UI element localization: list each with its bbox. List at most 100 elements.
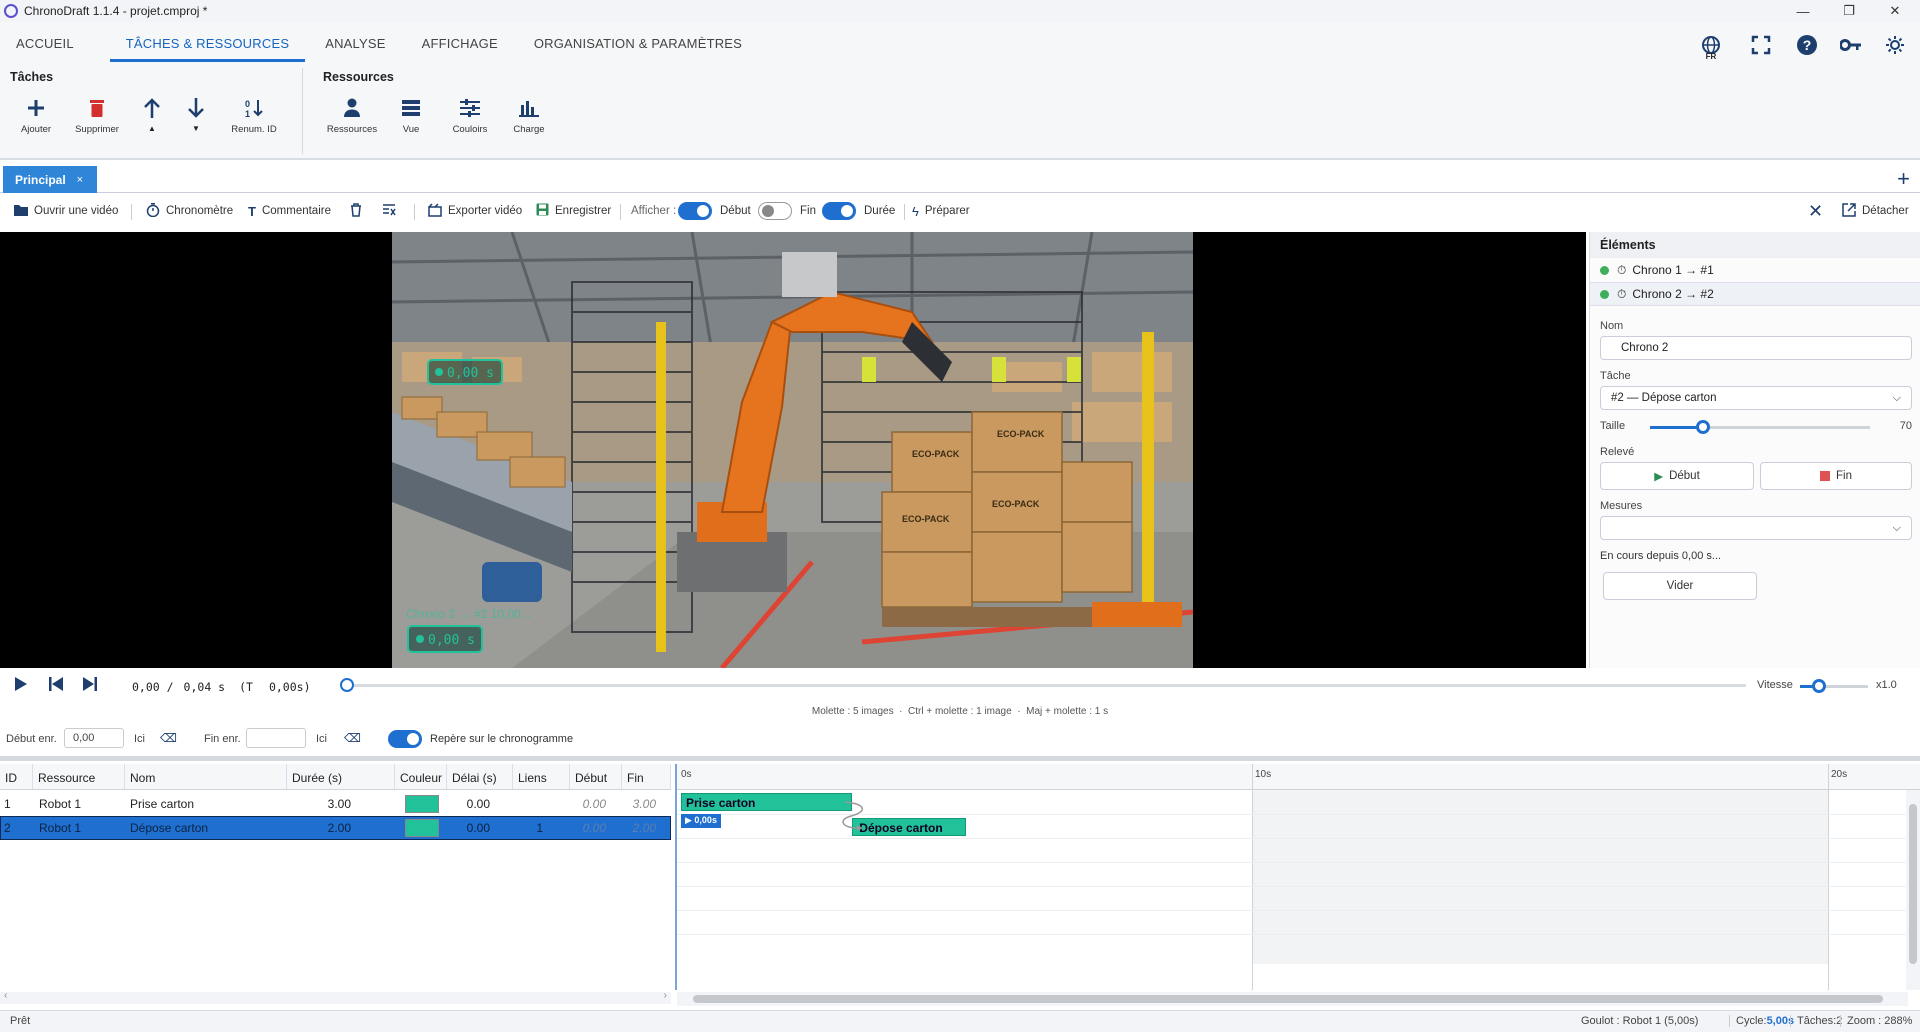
column-header-fin[interactable]: Fin bbox=[622, 764, 671, 790]
clear-all-button[interactable] bbox=[382, 196, 402, 226]
close-tab-icon[interactable]: × bbox=[77, 174, 83, 186]
show-end-toggle[interactable] bbox=[758, 202, 792, 220]
size-slider-thumb[interactable] bbox=[1695, 420, 1710, 434]
tab-accueil[interactable]: ACCUEIL bbox=[0, 22, 90, 62]
start-reading-label: Début bbox=[1669, 470, 1700, 482]
show-duration-toggle-group[interactable]: Durée bbox=[822, 196, 895, 226]
text-icon: T bbox=[248, 203, 256, 219]
panel-splitter[interactable] bbox=[0, 756, 1920, 761]
play-button[interactable] bbox=[14, 676, 28, 695]
scroll-right-icon[interactable]: › bbox=[664, 990, 667, 1001]
svg-text:?: ? bbox=[1803, 37, 1812, 53]
renumber-id-button[interactable]: 01 Renum. ID bbox=[224, 94, 284, 150]
set-end-here-link[interactable]: Ici bbox=[316, 733, 327, 745]
stopwatch-button[interactable]: Chronomètre bbox=[146, 196, 233, 226]
task-select[interactable]: #2 — Dépose carton ⌵ bbox=[1600, 386, 1912, 410]
gantt-row-line bbox=[677, 910, 1907, 911]
element-item-chrono1[interactable]: ⏱ Chrono 1 → #1 bbox=[1590, 258, 1920, 282]
tab-principal[interactable]: Principal × bbox=[3, 166, 97, 193]
column-header-delai[interactable]: Délai (s) bbox=[447, 764, 513, 790]
size-slider-track[interactable] bbox=[1650, 420, 1870, 434]
prepare-button[interactable]: ϟ Préparer bbox=[912, 196, 970, 226]
add-task-button[interactable]: Ajouter bbox=[6, 94, 66, 150]
gantt-vertical-scrollbar[interactable] bbox=[1906, 790, 1920, 990]
resources-button[interactable]: Ressources bbox=[322, 94, 382, 150]
speed-slider-thumb[interactable] bbox=[1812, 679, 1826, 693]
delete-element-button[interactable] bbox=[350, 196, 368, 226]
detach-button[interactable]: Détacher bbox=[1842, 196, 1909, 226]
color-swatch[interactable] bbox=[405, 795, 439, 813]
record-start-input[interactable]: 0,00 bbox=[64, 728, 124, 748]
size-value: 70 bbox=[1899, 420, 1912, 432]
speed-slider-track[interactable] bbox=[1800, 679, 1868, 693]
show-end-toggle-group[interactable]: Fin bbox=[758, 196, 816, 226]
element-item-chrono2[interactable]: ⏱ Chrono 2 → #2 bbox=[1590, 282, 1920, 306]
add-tab-icon[interactable]: + bbox=[1897, 166, 1910, 192]
language-globe-icon[interactable]: FR bbox=[1696, 30, 1726, 61]
name-field[interactable]: Chrono 2 bbox=[1600, 336, 1912, 360]
clear-start-icon[interactable]: ⌫ bbox=[160, 731, 177, 745]
minimize-button[interactable]: — bbox=[1780, 0, 1826, 22]
clear-button[interactable]: Vider bbox=[1603, 572, 1757, 600]
measures-select[interactable]: ⌵ bbox=[1600, 516, 1912, 540]
video-viewport[interactable]: ECO-PACK ECO-PACK ECO-PACK ECO-PACK 0,00… bbox=[0, 232, 1586, 668]
color-swatch[interactable] bbox=[405, 819, 439, 837]
theme-sun-icon[interactable] bbox=[1880, 30, 1910, 60]
table-row[interactable]: 1 Robot 1 Prise carton 3.00 0.00 0.00 3.… bbox=[0, 792, 671, 816]
tab-organisation-parametres[interactable]: ORGANISATION & PARAMÈTRES bbox=[518, 22, 758, 62]
table-row[interactable]: 2 Robot 1 Dépose carton 2.00 0.00 1 0.00… bbox=[0, 816, 671, 840]
clear-end-icon[interactable]: ⌫ bbox=[344, 731, 361, 745]
column-header-ressource[interactable]: Ressource bbox=[33, 764, 125, 790]
gantt-horizontal-scrollbar[interactable] bbox=[677, 992, 1908, 1006]
tab-affichage[interactable]: AFFICHAGE bbox=[406, 22, 514, 62]
show-start-toggle-group[interactable]: Début bbox=[678, 196, 751, 226]
gantt-playhead-marker[interactable]: ▶ 0,00s bbox=[681, 814, 721, 828]
chrono1-overlay-value: 0,00 s bbox=[447, 366, 494, 381]
timeline-marker-toggle[interactable] bbox=[388, 730, 422, 748]
save-button[interactable]: Enregistrer bbox=[536, 196, 611, 226]
column-header-duree[interactable]: Durée (s) bbox=[287, 764, 395, 790]
show-start-toggle[interactable] bbox=[678, 202, 712, 220]
skip-forward-button[interactable] bbox=[82, 676, 98, 695]
column-header-nom[interactable]: Nom bbox=[125, 764, 287, 790]
record-end-input[interactable] bbox=[246, 728, 306, 748]
status-text: Prêt bbox=[10, 1015, 31, 1027]
end-reading-button[interactable]: Fin bbox=[1760, 462, 1912, 490]
comment-button[interactable]: T Commentaire bbox=[248, 196, 331, 226]
view-button[interactable]: Vue bbox=[381, 94, 441, 150]
gantt-bar-prise-carton[interactable]: Prise carton bbox=[681, 793, 853, 811]
column-header-debut[interactable]: Début bbox=[570, 764, 622, 790]
gantt-row-line bbox=[677, 886, 1907, 887]
fullscreen-icon[interactable] bbox=[1746, 30, 1776, 60]
column-header-id[interactable]: ID bbox=[0, 764, 33, 790]
seek-bar-track[interactable] bbox=[346, 684, 1746, 687]
show-duration-toggle[interactable] bbox=[822, 202, 856, 220]
player-controls: 0,00 / 0,04 s (T 0,00s) Vitesse x1.0 Molett… bbox=[0, 670, 1920, 724]
table-horizontal-scrollbar[interactable]: ‹ › bbox=[0, 990, 671, 1004]
tab-taches-ressources[interactable]: TÂCHES & RESSOURCES bbox=[109, 22, 306, 62]
scroll-left-icon[interactable]: ‹ bbox=[4, 990, 7, 1001]
delete-task-button[interactable]: Supprimer bbox=[67, 94, 127, 150]
license-key-icon[interactable] bbox=[1836, 30, 1866, 60]
cell-ressource: Robot 1 bbox=[39, 821, 82, 835]
seek-bar-thumb[interactable] bbox=[340, 678, 354, 692]
export-video-button[interactable]: Exporter vidéo bbox=[428, 196, 522, 226]
skip-back-button[interactable] bbox=[48, 676, 64, 695]
close-panel-icon[interactable]: ✕ bbox=[1808, 196, 1823, 226]
gantt-chart[interactable]: 0s 10s 20s Prise carton Dépose carton ▶ … bbox=[675, 764, 1920, 1006]
tab-analyse[interactable]: ANALYSE bbox=[309, 22, 401, 62]
load-button[interactable]: Charge bbox=[499, 94, 559, 150]
gantt-tick-label: 10s bbox=[1255, 769, 1272, 780]
close-window-button[interactable]: ✕ bbox=[1872, 0, 1918, 22]
help-icon[interactable]: ? bbox=[1792, 30, 1822, 60]
gantt-vertical-scroll-thumb[interactable] bbox=[1909, 804, 1917, 964]
move-down-button[interactable]: ▼ bbox=[166, 94, 226, 150]
set-start-here-link[interactable]: Ici bbox=[134, 733, 145, 745]
gantt-horizontal-scroll-thumb[interactable] bbox=[693, 995, 1883, 1003]
open-video-button[interactable]: Ouvrir une vidéo bbox=[14, 196, 118, 226]
lanes-button[interactable]: Couloirs bbox=[440, 94, 500, 150]
column-header-couleur[interactable]: Couleur bbox=[395, 764, 447, 790]
maximize-button[interactable]: ❐ bbox=[1826, 0, 1872, 22]
start-reading-button[interactable]: ▶ Début bbox=[1600, 462, 1754, 490]
column-header-liens[interactable]: Liens bbox=[513, 764, 570, 790]
